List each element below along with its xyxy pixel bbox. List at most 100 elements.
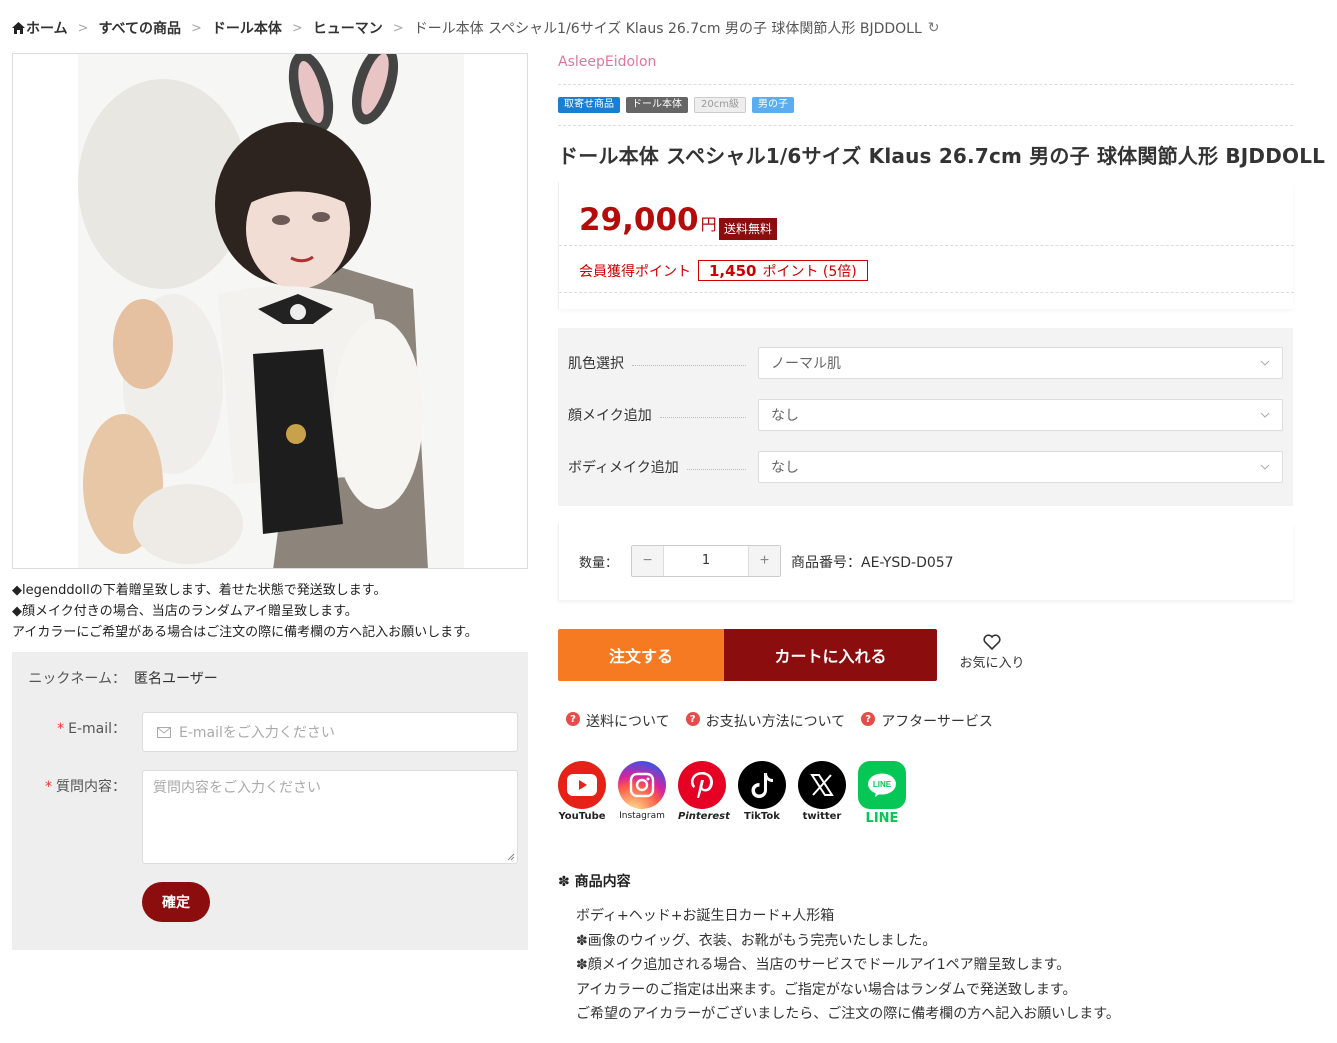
contents-line: ✽画像のウイッグ、衣装、お靴がもう完売いたしました。 [576, 932, 937, 949]
divider [558, 125, 1293, 126]
skin-select[interactable]: ノーマル肌 [758, 347, 1283, 379]
email-input[interactable]: E-mailをご入力ください [142, 712, 518, 752]
line-link[interactable]: LINE LINE [858, 761, 906, 826]
breadcrumb-current: ドール本体 スペシャル1/6サイズ Klaus 26.7cm 男の子 球体関節人… [413, 21, 922, 37]
quantity-input[interactable]: 1 [664, 546, 748, 576]
shipping-info-link[interactable]: ? 送料について [566, 711, 670, 731]
email-label: * E-mail： [57, 721, 126, 737]
twitter-link[interactable]: twitter [798, 761, 846, 826]
breadcrumb: ホーム > すべての商品 > ドール本体 > ヒューマン > ドール本体 スペシ… [12, 17, 940, 39]
question-icon: ? [861, 712, 876, 726]
option-label: 肌色選択 [568, 356, 624, 372]
price: 29,000 円 [579, 202, 717, 238]
question-icon: ? [566, 712, 580, 726]
x-icon [798, 761, 846, 809]
product-title: ドール本体 スペシャル1/6サイズ Klaus 26.7cm 男の子 球体関節人… [558, 144, 1326, 168]
product-sku: 商品番号：AE-YSD-D057 [791, 555, 954, 571]
confirm-button[interactable]: 確定 [142, 882, 210, 922]
email-placeholder: E-mailをご入力ください [179, 725, 335, 741]
instagram-link[interactable]: Instagram [618, 761, 666, 826]
resize-grip-icon[interactable] [507, 853, 515, 861]
instagram-icon [618, 761, 666, 809]
pinterest-icon [678, 761, 726, 809]
social-links: YouTube Instagram Pinterest TikTok twitt… [558, 761, 906, 826]
order-button[interactable]: 注文する [558, 629, 724, 681]
option-label: ボディメイク追加 [568, 460, 679, 476]
face-makeup-select[interactable]: なし [758, 399, 1283, 431]
chevron-down-icon [1260, 360, 1270, 366]
note-line: ◆legenddollの下着贈呈致します、着せた状態で発送致します。 [12, 583, 387, 598]
home-icon [12, 22, 25, 34]
points-label: 会員獲得ポイント [579, 264, 691, 280]
dotted-leader [659, 416, 746, 418]
product-tags: 取寄せ商品 ドール本体 20cm級 男の子 [558, 97, 794, 113]
body-makeup-select[interactable]: なし [758, 451, 1283, 483]
product-image[interactable] [12, 53, 528, 569]
breadcrumb-separator: > [291, 20, 303, 36]
note-line: アイカラーにご希望がある場合はご注文の際に備考欄の方へ記入お願いします。 [12, 625, 478, 640]
tag-boy: 男の子 [751, 97, 794, 113]
tag-backorder: 取寄せ商品 [558, 97, 620, 113]
heart-icon [983, 634, 1001, 650]
breadcrumb-separator: > [392, 20, 404, 36]
dotted-leader [632, 364, 746, 366]
svg-text:LINE: LINE [873, 780, 892, 789]
add-to-cart-button[interactable]: カートに入れる [724, 629, 937, 681]
question-row: * 質問内容： [12, 776, 134, 796]
increment-button[interactable]: + [748, 546, 780, 576]
note-line: ◆顔メイク付きの場合、当店のランダムアイ贈呈致します。 [12, 604, 358, 619]
option-label: 顔メイク追加 [568, 408, 652, 424]
contents-line: ご希望のアイカラーがございましたら、ご注文の際に備考欄の方へ記入お願いします。 [576, 1006, 1120, 1022]
mail-icon [157, 726, 171, 738]
contents-heading: ✽ 商品内容 [558, 874, 631, 890]
divider [559, 292, 1294, 293]
question-icon: ? [685, 712, 700, 726]
decrement-button[interactable]: − [632, 546, 664, 576]
question-placeholder: 質問内容をご入力ください [153, 780, 321, 796]
tiktok-link[interactable]: TikTok [738, 761, 786, 826]
price-panel: 29,000 円 送料無料 会員獲得ポイント 1,450 ポイント (5倍) [558, 182, 1294, 309]
breadcrumb-separator: > [190, 20, 202, 36]
tag-doll-body: ドール本体 [626, 97, 688, 113]
quantity-stepper: − 1 + [631, 545, 781, 577]
doll-photo [78, 54, 464, 568]
nickname-label: ニックネーム： [28, 671, 126, 687]
breadcrumb-doll-body[interactable]: ドール本体 [212, 18, 282, 38]
option-skin: 肌色選択 ノーマル肌 [568, 347, 1283, 379]
breadcrumb-home[interactable]: ホーム [12, 18, 68, 38]
option-face-makeup: 顔メイク追加 なし [568, 399, 1283, 431]
payment-info-link[interactable]: ? お支払い方法について [685, 711, 845, 731]
breadcrumb-all-products[interactable]: すべての商品 [99, 18, 181, 38]
question-label: * 質問内容： [45, 779, 126, 795]
tag-size: 20cm級 [694, 97, 746, 113]
quantity-panel: 数量： − 1 + 商品番号：AE-YSD-D057 [558, 524, 1293, 600]
chevron-down-icon [1260, 412, 1270, 418]
info-links: ? 送料について ? お支払い方法について ? アフターサービス [566, 711, 1009, 731]
tiktok-icon [738, 761, 786, 809]
breadcrumb-separator: > [77, 20, 89, 36]
youtube-link[interactable]: YouTube [558, 761, 606, 826]
options-panel: 肌色選択 ノーマル肌 顔メイク追加 なし ボディメイク追加 なし [558, 328, 1293, 506]
breadcrumb-human[interactable]: ヒューマン [313, 18, 383, 38]
contents-list: ボディ+ヘッド+お誕生日カード+人形箱 ✽画像のウイッグ、衣装、お靴がもう完売い… [576, 904, 1120, 1027]
nickname-row: ニックネーム： 匿名ユーザー [12, 668, 218, 688]
refresh-icon[interactable]: ↻ [928, 20, 940, 36]
dotted-leader [686, 468, 746, 470]
divider [559, 245, 1294, 246]
option-body-makeup: ボディメイク追加 なし [568, 451, 1283, 483]
product-notes: ◆legenddollの下着贈呈致します、着せた状態で発送致します。 ◆顔メイク… [12, 580, 542, 643]
after-service-link[interactable]: ? アフターサービス [861, 711, 993, 731]
email-row: * E-mail： [12, 718, 134, 738]
contents-line: ボディ+ヘッド+お誕生日カード+人形箱 [576, 908, 835, 924]
question-textarea[interactable]: 質問内容をご入力ください [142, 770, 518, 864]
favorite-button[interactable]: お気に入り [952, 634, 1032, 671]
points-badge: 1,450 ポイント (5倍) [698, 260, 868, 281]
inquiry-form: ニックネーム： 匿名ユーザー * E-mail： E-mailをご入力ください *… [12, 652, 528, 950]
nickname-value: 匿名ユーザー [134, 671, 218, 687]
divider [558, 84, 1293, 85]
pinterest-link[interactable]: Pinterest [678, 761, 730, 826]
required-mark: * [57, 721, 65, 737]
free-shipping-badge: 送料無料 [719, 218, 778, 240]
required-mark: * [45, 779, 52, 795]
brand-link[interactable]: AsleepEidolon [558, 54, 656, 70]
